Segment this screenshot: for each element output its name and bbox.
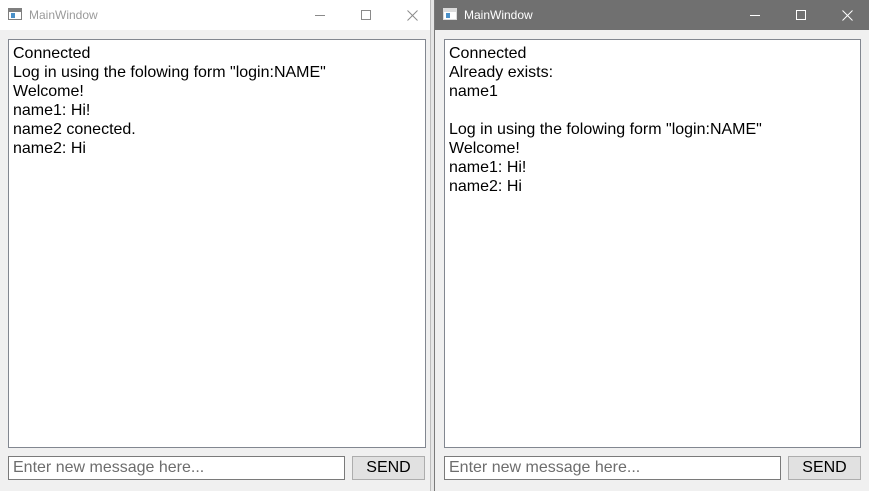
send-button[interactable]: SEND bbox=[788, 456, 861, 480]
close-icon bbox=[406, 9, 418, 21]
chat-line: Log in using the folowing form "login:NA… bbox=[13, 64, 326, 81]
chat-line: Welcome! bbox=[449, 140, 520, 157]
chat-line: name2: Hi bbox=[449, 178, 522, 195]
minimize-icon bbox=[750, 15, 760, 16]
maximize-button[interactable] bbox=[343, 0, 389, 30]
message-input[interactable] bbox=[444, 456, 781, 480]
app-window-icon bbox=[443, 8, 457, 20]
chat-window-left: MainWindow Connected Log in using the fo… bbox=[0, 0, 431, 491]
chat-line: Log in using the folowing form "login:NA… bbox=[449, 121, 762, 138]
chat-line: name2: Hi bbox=[13, 140, 86, 157]
minimize-button[interactable] bbox=[732, 0, 778, 30]
chat-line: name2 conected. bbox=[13, 121, 136, 138]
send-button[interactable]: SEND bbox=[352, 456, 425, 480]
maximize-icon bbox=[796, 10, 806, 20]
chat-log[interactable]: Connected Already exists: name1 Log in u… bbox=[444, 39, 861, 448]
maximize-button[interactable] bbox=[778, 0, 824, 30]
chat-line: name1: Hi! bbox=[449, 159, 527, 176]
chat-window-right: MainWindow Connected Already exists: nam… bbox=[434, 0, 869, 491]
chat-log[interactable]: Connected Log in using the folowing form… bbox=[8, 39, 426, 448]
maximize-icon bbox=[361, 10, 371, 20]
minimize-button[interactable] bbox=[297, 0, 343, 30]
message-input[interactable] bbox=[8, 456, 345, 480]
chat-line bbox=[449, 101, 856, 120]
chat-line: Welcome! bbox=[13, 83, 84, 100]
chat-line: Connected bbox=[449, 45, 527, 62]
close-button[interactable] bbox=[389, 0, 435, 30]
close-icon bbox=[841, 9, 853, 21]
chat-line: name1: Hi! bbox=[13, 102, 91, 119]
window-title: MainWindow bbox=[29, 8, 98, 22]
window-title: MainWindow bbox=[464, 8, 533, 22]
minimize-icon bbox=[315, 15, 325, 16]
chat-line: Connected bbox=[13, 45, 91, 62]
chat-line: name1 bbox=[449, 83, 498, 100]
chat-line: Already exists: bbox=[449, 64, 554, 81]
close-button[interactable] bbox=[824, 0, 869, 30]
app-window-icon bbox=[8, 8, 22, 20]
